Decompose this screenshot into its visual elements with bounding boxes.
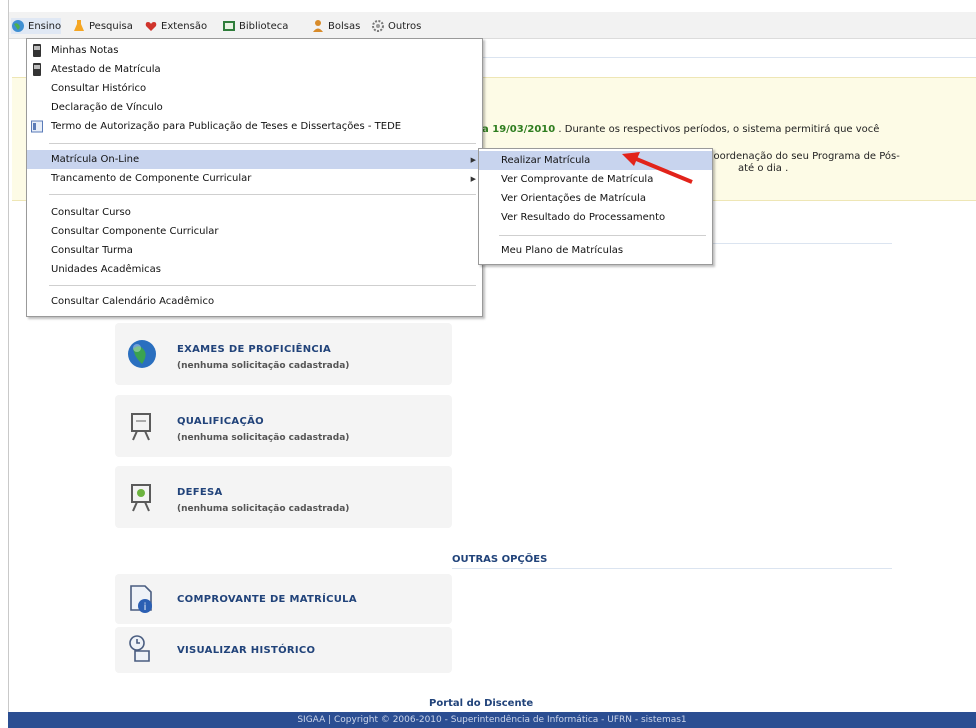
presentation-board-icon [131,484,151,512]
menu-outros[interactable]: Outros [371,18,421,34]
person-icon [313,20,323,32]
card-comprovante-matricula[interactable]: i Comprovante de Matrícula [115,574,452,624]
menu-item-calendario-academico[interactable]: Consultar Calendário Acadêmico [27,292,482,311]
top-menu-bar: Ensino Pesquisa Extensão Biblioteca Bols… [9,12,976,39]
menu-extensao-label: Extensão [161,20,208,32]
menu-separator [49,194,476,195]
menu-item-declaracao-vinculo[interactable]: Declaração de Vínculo [27,98,482,117]
menu-item-label: Trancamento de Componente Curricular [51,173,252,184]
phone-icon [33,44,41,57]
menu-pesquisa[interactable]: Pesquisa [72,18,133,34]
submenu-arrow-icon: ▶ [470,174,476,183]
card-subtitle: (nenhuma solicitação cadastrada) [177,433,350,443]
menu-item-label: Declaração de Vínculo [51,102,163,113]
menu-item-label: Minhas Notas [51,45,119,56]
card-exames-proficiencia[interactable]: Exames de Proficiência (nenhuma solicita… [115,323,452,385]
notice-line-2: coordenação do seu Programa de Pós- [708,151,900,162]
menu-separator [49,143,476,144]
flask-icon [74,20,84,31]
menu-item-consultar-curso[interactable]: Consultar Curso [27,203,482,222]
menu-item-label: Consultar Componente Curricular [51,226,219,237]
menu-extensao[interactable]: Extensão [144,18,207,34]
notice-line-3: até o dia . [738,163,789,174]
divider [460,57,976,58]
menu-separator [499,235,706,236]
menu-item-label: Ver Resultado do Processamento [501,212,666,223]
card-visualizar-historico[interactable]: Visualizar Histórico [115,627,452,673]
menu-pesquisa-label: Pesquisa [89,20,133,32]
card-title: Defesa [177,487,223,498]
menu-ensino[interactable]: Ensino [11,18,62,34]
doc-icon [31,120,43,133]
menu-ensino-label: Ensino [28,20,62,32]
notice-date: a 19/03/2010 [482,124,556,135]
menu-item-label: Consultar Curso [51,207,131,218]
submenu-arrow-icon: ▶ [470,155,476,164]
section-title-outras-opcoes: OUTRAS OPÇÕES [452,554,548,565]
heart-icon [145,22,157,31]
ensino-dropdown-menu: Minhas Notas Atestado de Matrícula Consu… [26,38,483,317]
card-subtitle: (nenhuma solicitação cadastrada) [177,361,350,371]
menu-biblioteca[interactable]: Biblioteca [222,18,288,34]
menu-item-trancamento[interactable]: Trancamento de Componente Curricular ▶ [27,169,482,188]
menu-item-unidades-academicas[interactable]: Unidades Acadêmicas [27,260,482,279]
annotation-arrow-icon [622,152,693,184]
library-icon [223,21,235,31]
menu-item-consultar-componente[interactable]: Consultar Componente Curricular [27,222,482,241]
menu-item-consultar-historico[interactable]: Consultar Histórico [27,79,482,98]
menu-item-label: Ver Orientações de Matrícula [501,193,646,204]
menu-item-minhas-notas[interactable]: Minhas Notas [27,41,482,60]
menu-item-label: Realizar Matrícula [501,155,591,166]
window-left-border [0,0,9,728]
menu-item-label: Atestado de Matrícula [51,64,161,75]
submenu-item-ver-resultado[interactable]: Ver Resultado do Processamento [479,208,712,227]
divider [452,568,892,569]
menu-item-label: Unidades Acadêmicas [51,264,161,275]
gear-icon [372,20,384,32]
menu-item-label: Consultar Calendário Acadêmico [51,296,215,307]
menu-bolsas-label: Bolsas [328,20,361,32]
card-title: Comprovante de Matrícula [177,594,357,605]
menu-outros-label: Outros [388,20,422,32]
menu-separator [49,285,476,286]
menu-item-matricula-online[interactable]: Matrícula On-Line ▶ [27,150,482,169]
document-info-icon: i [130,585,152,613]
footer: SIGAA | Copyright © 2006-2010 - Superint… [8,712,976,728]
menu-biblioteca-label: Biblioteca [239,20,289,32]
globe-icon [128,340,156,368]
globe-icon [12,20,24,32]
card-title: Visualizar Histórico [177,645,316,656]
card-title: Qualificação [177,416,264,427]
notice-line-1-text: . Durante os respectivos períodos, o sis… [558,124,880,135]
card-subtitle: (nenhuma solicitação cadastrada) [177,504,350,514]
menu-bolsas[interactable]: Bolsas [311,18,360,34]
submenu-item-ver-orientacoes[interactable]: Ver Orientações de Matrícula [479,189,712,208]
phone-icon [33,63,41,76]
notice-line-1: a 19/03/2010 . Durante os respectivos pe… [482,124,879,135]
menu-item-consultar-turma[interactable]: Consultar Turma [27,241,482,260]
menu-item-atestado-matricula[interactable]: Atestado de Matrícula [27,60,482,79]
menu-item-label: Termo de Autorização para Publicação de … [51,121,402,132]
portal-label[interactable]: Portal do Discente [429,698,533,709]
menu-item-label: Meu Plano de Matrículas [501,245,624,256]
menu-item-termo-autorizacao[interactable]: Termo de Autorização para Publicação de … [27,117,482,136]
menu-item-label: Matrícula On-Line [51,154,140,165]
card-title: Exames de Proficiência [177,344,332,355]
clock-scroll-icon [129,635,150,662]
card-qualificacao[interactable]: Qualificação (nenhuma solicitação cadast… [115,395,452,457]
card-defesa[interactable]: Defesa (nenhuma solicitação cadastrada) [115,466,452,528]
submenu-item-meu-plano[interactable]: Meu Plano de Matrículas [479,241,712,260]
svg-text:i: i [144,602,147,613]
presentation-board-icon [131,413,151,441]
menu-item-label: Consultar Histórico [51,83,147,94]
menu-item-label: Consultar Turma [51,245,133,256]
